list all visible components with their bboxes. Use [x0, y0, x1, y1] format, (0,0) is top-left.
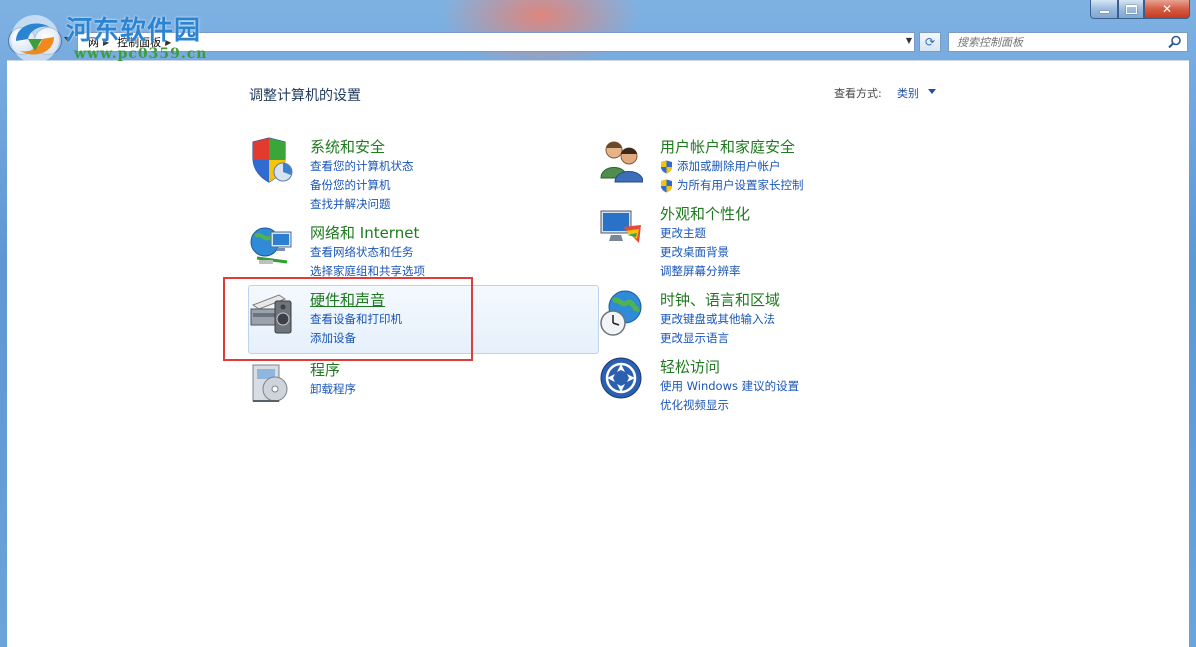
chevron-down-icon[interactable]: [928, 89, 936, 94]
link-display-language[interactable]: 更改显示语言: [660, 329, 775, 348]
close-button[interactable]: ✕: [1144, 0, 1190, 19]
category-title[interactable]: 系统和安全: [310, 136, 385, 157]
content-pane: 调整计算机的设置 查看方式: 类别 系统和安全 查看您的计算机状态 备份您的计算…: [7, 60, 1189, 647]
link-optimize-display[interactable]: 优化视频显示: [660, 396, 799, 415]
link-troubleshoot[interactable]: 查找并解决问题: [310, 195, 414, 214]
category-title[interactable]: 外观和个性化: [660, 203, 750, 224]
highlight-frame: [223, 277, 473, 361]
watermark-name: 河东软件园: [66, 16, 202, 46]
programs-disc-icon: [252, 364, 288, 402]
uac-shield-icon: [661, 160, 672, 174]
category-title[interactable]: 时钟、语言和区域: [660, 289, 780, 310]
appearance-monitor-icon: [600, 210, 641, 243]
category-links: 卸载程序: [310, 380, 356, 399]
control-panel-window: ✕ 网 ▶ 控制面板 ▶ ▼ ⟳ 调整计算机的设置 查看方式: 类别: [0, 0, 1196, 647]
caption-buttons: ✕: [1090, 0, 1190, 19]
ease-of-access-icon: [600, 357, 642, 399]
category-links: 添加或删除用户帐户 为所有用户设置家长控制: [660, 157, 804, 195]
category-links: 更改主题 更改桌面背景 调整屏幕分辨率: [660, 224, 741, 281]
refresh-button[interactable]: ⟳: [919, 32, 941, 52]
category-links: 更改键盘或其他输入法 更改显示语言: [660, 310, 775, 348]
link-check-status[interactable]: 查看您的计算机状态: [310, 157, 414, 176]
minimize-button[interactable]: [1090, 0, 1118, 19]
search-box[interactable]: [948, 32, 1188, 52]
link-change-background[interactable]: 更改桌面背景: [660, 243, 741, 262]
uac-shield-icon: [661, 179, 672, 193]
link-recommended-settings[interactable]: 使用 Windows 建议的设置: [660, 377, 799, 396]
maximize-icon: [1125, 4, 1137, 14]
category-links: 查看网络状态和任务 选择家庭组和共享选项: [310, 243, 425, 281]
minimize-icon: [1099, 11, 1109, 13]
maximize-button[interactable]: [1118, 0, 1144, 19]
category-title[interactable]: 程序: [310, 359, 340, 380]
search-icon[interactable]: [1168, 35, 1182, 49]
users-icon: [600, 141, 643, 183]
link-parental-controls[interactable]: 为所有用户设置家长控制: [660, 176, 804, 195]
clock-globe-icon: [600, 290, 642, 336]
network-globe-icon: [250, 227, 292, 264]
link-change-theme[interactable]: 更改主题: [660, 224, 741, 243]
link-network-status[interactable]: 查看网络状态和任务: [310, 243, 425, 262]
shield-icon: [252, 137, 293, 183]
category-title[interactable]: 用户帐户和家庭安全: [660, 136, 795, 157]
watermark-url: www.pc0359.cn: [74, 46, 208, 62]
address-dropdown-icon[interactable]: ▼: [906, 36, 912, 45]
view-by-dropdown[interactable]: 类别: [897, 85, 919, 101]
category-links: 使用 Windows 建议的设置 优化视频显示: [660, 377, 799, 415]
link-change-input-method[interactable]: 更改键盘或其他输入法: [660, 310, 775, 329]
category-title[interactable]: 轻松访问: [660, 356, 720, 377]
link-backup[interactable]: 备份您的计算机: [310, 176, 414, 195]
view-by-label: 查看方式:: [834, 87, 882, 100]
refresh-icon: ⟳: [924, 35, 936, 49]
link-text: 添加或删除用户帐户: [677, 159, 781, 173]
watermark-logo-icon: [11, 15, 59, 63]
link-add-remove-users[interactable]: 添加或删除用户帐户: [660, 157, 804, 176]
category-title[interactable]: 网络和 Internet: [310, 222, 419, 243]
link-text: 为所有用户设置家长控制: [677, 178, 804, 192]
link-screen-resolution[interactable]: 调整屏幕分辨率: [660, 262, 741, 281]
page-title: 调整计算机的设置: [249, 88, 361, 104]
search-input[interactable]: [957, 35, 1157, 49]
close-icon: ✕: [1161, 2, 1173, 16]
link-uninstall-program[interactable]: 卸载程序: [310, 380, 356, 399]
category-links: 查看您的计算机状态 备份您的计算机 查找并解决问题: [310, 157, 414, 214]
